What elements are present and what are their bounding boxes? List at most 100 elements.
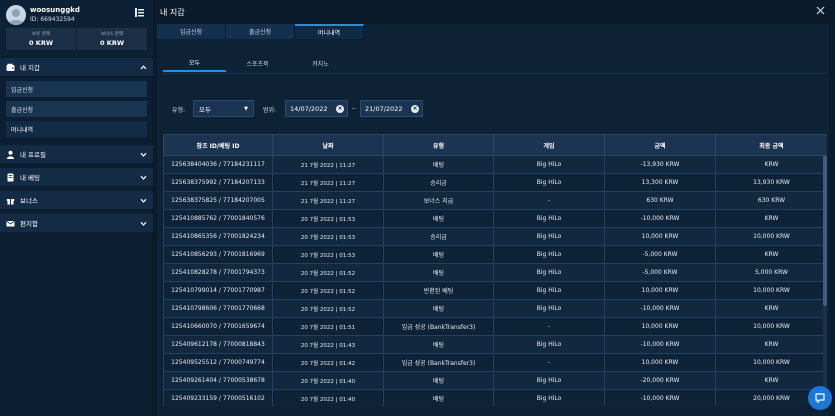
chat-icon: [815, 393, 825, 403]
transactions-table-wrap: 참조 ID/베팅 ID 날짜 유형 게임 금액 최종 금액 1256384040…: [163, 134, 827, 406]
cell-type: 배팅: [383, 389, 494, 406]
sidebar-item-deposit[interactable]: 입금신청: [6, 81, 147, 97]
cell-ref-id: 125410660070 / 77001659674: [163, 317, 273, 336]
main-balance-label: 보유 잔액: [32, 32, 50, 37]
table-row: 125638404036 / 77184231117 21 7월 2022 | 1…: [163, 155, 827, 174]
cell-game: Big HiLo: [493, 209, 605, 228]
sidebar-item-money-history[interactable]: 머니내역: [6, 121, 147, 137]
bonus-balance-label: 보너스 잔액: [100, 32, 124, 37]
nav-bonus[interactable]: 보너스: [0, 191, 153, 210]
table-row: 125409261404 / 77000538678 20 7월 2022 | 0…: [163, 371, 827, 390]
chevron-down-icon: [140, 175, 147, 180]
tab-withdraw[interactable]: 출금신청: [226, 24, 295, 39]
cell-ref-id: 125638375992 / 77184207133: [163, 173, 273, 192]
range-filter-label: 범위:: [263, 107, 277, 114]
clear-date-to-icon[interactable]: ×: [411, 105, 419, 113]
date-range-dash: –: [352, 104, 356, 112]
cell-type: 배팅: [383, 335, 494, 354]
cell-game: Big HiLo: [493, 173, 605, 192]
main-balance-value: 0 KRW: [29, 39, 53, 47]
bonus-balance: 보너스 잔액 0 KRW: [77, 28, 147, 50]
user-id: ID: 669432594: [30, 16, 75, 23]
cell-date: 21 7월 2022 | 11:27: [272, 155, 384, 174]
cell-ref-id: 125410885762 / 77001840576: [163, 209, 273, 228]
cell-ref-id: 125409525512 / 77000749774: [163, 353, 273, 372]
clear-date-from-icon[interactable]: ×: [336, 105, 344, 113]
cell-type: 배팅: [383, 299, 494, 318]
cell-date: 20 7월 2022 | 01:53: [272, 245, 384, 264]
cell-type: 입금 성공 (BankTransfer3): [383, 317, 494, 336]
cell-type: 배팅: [383, 263, 494, 282]
nav-mailbox[interactable]: 편지함: [0, 214, 153, 233]
cell-amount: -10,000 KRW: [604, 335, 716, 354]
cell-date: 20 7월 2022 | 01:52: [272, 299, 384, 318]
sidebar-item-withdraw[interactable]: 출금신청: [6, 101, 147, 117]
avatar[interactable]: [6, 5, 26, 25]
type-select[interactable]: 모두 ▼: [193, 100, 254, 117]
tab-money-history[interactable]: 머니내역: [295, 24, 364, 39]
table-row: 125638375825 / 77184207005 21 7월 2022 | 1…: [163, 191, 827, 210]
cell-type: 배팅: [383, 245, 494, 264]
cell-final-amount: KRW: [715, 209, 827, 228]
chevron-down-icon: [140, 152, 147, 157]
gift-icon: [6, 198, 15, 204]
cell-ref-id: 125410828278 / 77001794373: [163, 263, 273, 282]
balance-panel: 보유 잔액 0 KRW 보너스 잔액 0 KRW: [6, 28, 147, 50]
type-filter-label: 유형:: [172, 107, 186, 114]
cell-game: -: [493, 353, 605, 372]
nav-profile-label: 내 프로필: [20, 151, 46, 159]
cell-date: 20 7월 2022 | 01:53: [272, 209, 384, 228]
cell-amount: -10,000 KRW: [604, 209, 716, 228]
cell-game: Big HiLo: [493, 299, 605, 318]
nav-mailbox-label: 편지함: [20, 220, 38, 228]
cell-amount: 10,000 KRW: [604, 281, 716, 300]
date-from-input[interactable]: 14/07/2022 ×: [285, 100, 348, 117]
table-row: 125409525512 / 77000749774 20 7월 2022 | 0…: [163, 353, 827, 372]
table-row: 125410798606 / 77001770668 20 7월 2022 | 0…: [163, 299, 827, 318]
tab-deposit[interactable]: 입금신청: [157, 24, 226, 39]
cell-type: 승리금: [383, 173, 494, 192]
bonus-balance-value: 0 KRW: [100, 39, 124, 47]
table-scroll-thumb[interactable]: [823, 156, 827, 306]
cell-ref-id: 125410865356 / 77001824234: [163, 227, 273, 246]
cell-final-amount: KRW: [715, 299, 827, 318]
subtab-casino[interactable]: 카지노: [289, 54, 352, 72]
cell-ref-id: 125409612178 / 77000818843: [163, 335, 273, 354]
cell-type: 반환된 베팅: [383, 281, 494, 300]
cell-final-amount: KRW: [715, 371, 827, 390]
date-to-input[interactable]: 21/07/2022 ×: [360, 100, 423, 117]
nav-wallet[interactable]: 내 지갑: [0, 58, 153, 77]
table-row: 125410660070 / 77001659674 20 7월 2022 | 0…: [163, 317, 827, 336]
subtab-all[interactable]: 모두: [163, 54, 226, 72]
main-tabs: 입금신청 출금신청 머니내역: [157, 24, 364, 39]
cell-type: 승리금: [383, 227, 494, 246]
table-row: 125410828278 / 77001794373 20 7월 2022 | 0…: [163, 263, 827, 282]
cell-game: -: [493, 191, 605, 210]
cell-game: -: [493, 317, 605, 336]
subtab-sportsbook[interactable]: 스포츠북: [226, 54, 289, 72]
table-row: 125638375992 / 77184207133 21 7월 2022 | 1…: [163, 173, 827, 192]
nav-bets[interactable]: 내 베팅: [0, 168, 153, 187]
table-header-row: 참조 ID/베팅 ID 날짜 유형 게임 금액 최종 금액: [163, 134, 827, 156]
hamburger-menu-icon[interactable]: [134, 7, 145, 18]
cell-ref-id: 125410856293 / 77001816969: [163, 245, 273, 264]
cell-amount: -10,000 KRW: [604, 299, 716, 318]
nav-profile[interactable]: 내 프로필: [0, 145, 153, 164]
cell-amount: 10,000 KRW: [604, 353, 716, 372]
cell-date: 20 7월 2022 | 01:40: [272, 371, 384, 390]
live-chat-button[interactable]: [808, 386, 832, 410]
chevron-down-icon: [140, 221, 147, 226]
cell-type: 입금 성공 (BankTransfer3): [383, 353, 494, 372]
wallet-icon: [6, 63, 15, 71]
subtab-divider: [163, 73, 827, 74]
cell-final-amount: 10,000 KRW: [715, 353, 827, 372]
cell-amount: 10,000 KRW: [604, 227, 716, 246]
cell-final-amount: 13,930 KRW: [715, 173, 827, 192]
close-icon[interactable]: [816, 6, 825, 15]
cell-amount: -5,000 KRW: [604, 245, 716, 264]
cell-game: Big HiLo: [493, 227, 605, 246]
chevron-down-icon: [140, 198, 147, 203]
cell-date: 20 7월 2022 | 01:40: [272, 389, 384, 406]
cell-final-amount: 10,000 KRW: [715, 281, 827, 300]
cell-date: 21 7월 2022 | 11:27: [272, 173, 384, 192]
